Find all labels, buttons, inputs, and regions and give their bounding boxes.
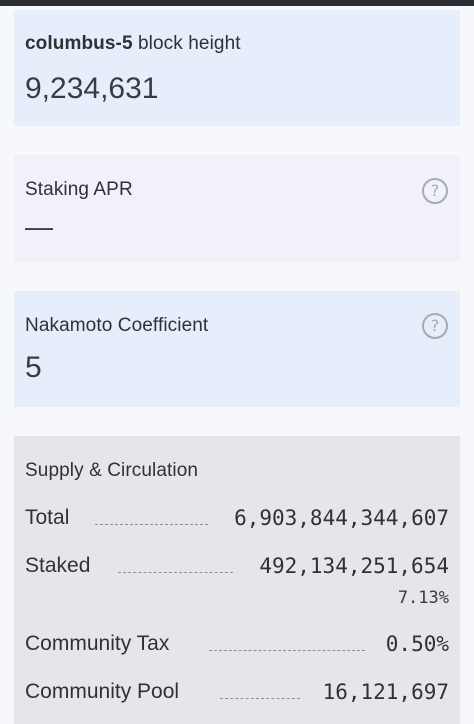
block-height-card: columbus-5 block height 9,234,631: [14, 10, 460, 126]
staking-apr-label: Staking APR: [25, 179, 133, 200]
question-circle-icon[interactable]: ?: [422, 313, 448, 339]
supply-circulation-card: Supply & Circulation Total 6,903,844,344…: [14, 436, 460, 724]
top-bar: [0, 0, 474, 6]
supply-row-label: Community Pool: [25, 680, 180, 703]
nakamoto-coefficient-card: Nakamoto Coefficient ? 5: [14, 291, 460, 407]
block-height-label: columbus-5 block height: [25, 33, 241, 55]
supply-row-community-tax: Community Tax 0.50%: [25, 632, 449, 662]
supply-row-community-pool: Community Pool 16,121,697: [25, 680, 449, 710]
dotted-leader: [95, 524, 208, 525]
supply-row-staked: Staked 492,134,251,654: [25, 554, 449, 584]
supply-row-value: 16,121,697: [322, 680, 449, 704]
supply-row-total: Total 6,903,844,344,607: [25, 506, 449, 536]
nakamoto-coefficient-value: 5: [25, 351, 42, 384]
staking-apr-value: —: [25, 211, 53, 242]
chain-id: columbus-5: [25, 33, 133, 54]
question-circle-icon[interactable]: ?: [422, 178, 448, 204]
block-height-caption: block height: [138, 33, 241, 54]
supply-row-label: Staked: [25, 554, 91, 577]
dotted-leader: [209, 650, 365, 651]
supply-row-value: 0.50%: [385, 632, 449, 656]
nakamoto-coefficient-label: Nakamoto Coefficient: [25, 315, 209, 336]
dotted-leader: [118, 572, 233, 573]
dotted-leader: [220, 698, 300, 699]
supply-row-label: Total: [25, 506, 70, 529]
supply-row-value: 492,134,251,654: [259, 554, 449, 578]
supply-title: Supply & Circulation: [25, 460, 199, 481]
staked-ratio: 7.13%: [397, 588, 449, 608]
staking-apr-card: Staking APR ? —: [14, 155, 460, 262]
block-height-value: 9,234,631: [25, 72, 159, 105]
supply-row-value: 6,903,844,344,607: [234, 506, 449, 530]
supply-row-label: Community Tax: [25, 632, 170, 655]
